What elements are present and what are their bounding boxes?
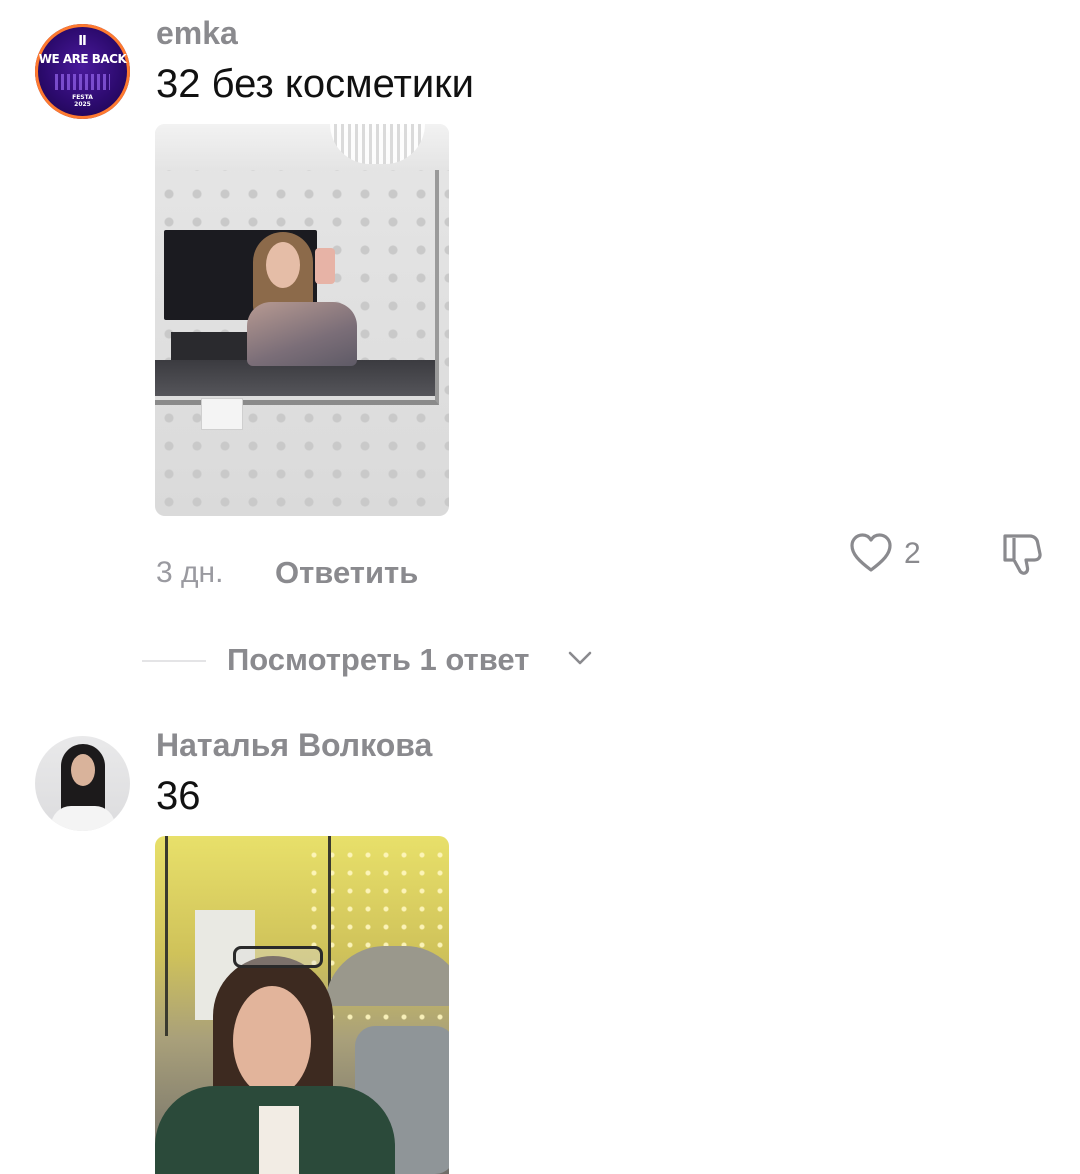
avatar-logo-subtext: FESTA 2025 bbox=[35, 94, 130, 108]
photo-person-face bbox=[233, 986, 311, 1096]
photo-person-face bbox=[266, 242, 300, 288]
avatar-logo-graphic bbox=[55, 74, 110, 90]
view-replies-row[interactable]: Посмотреть 1 ответ bbox=[0, 640, 1080, 684]
comment-photo[interactable] bbox=[155, 836, 449, 1174]
chevron-down-icon[interactable] bbox=[568, 650, 592, 666]
avatar-jacket bbox=[51, 806, 115, 831]
comment-username[interactable]: emka bbox=[156, 17, 238, 49]
comment-photo[interactable] bbox=[155, 124, 449, 516]
comment-item: Ⅱ WE ARE BACK FESTA 2025 emka 32 без кос… bbox=[0, 0, 1080, 700]
photo-person-top bbox=[247, 302, 357, 366]
heart-icon[interactable] bbox=[849, 532, 893, 574]
photo-person-shirt bbox=[259, 1106, 299, 1174]
photo-phone bbox=[315, 248, 335, 284]
view-replies-link[interactable]: Посмотреть 1 ответ bbox=[227, 644, 529, 675]
avatar[interactable]: Ⅱ WE ARE BACK FESTA 2025 bbox=[35, 24, 130, 119]
comment-text: 36 bbox=[156, 774, 201, 818]
avatar-logo-sub-2: 2025 bbox=[74, 101, 91, 108]
photo-light-switch bbox=[201, 398, 243, 430]
comment-timestamp: 3 дн. bbox=[156, 556, 224, 589]
photo-sunglasses bbox=[233, 946, 323, 968]
reply-button[interactable]: Ответить bbox=[275, 557, 418, 588]
avatar-logo-sub-1: FESTA bbox=[72, 94, 93, 101]
like-button[interactable]: 2 bbox=[849, 532, 929, 576]
avatar-logo-text: WE ARE BACK bbox=[38, 52, 127, 66]
comment-item: Наталья Волкова 36 bbox=[0, 715, 1080, 1174]
avatar[interactable] bbox=[35, 736, 130, 831]
like-count: 2 bbox=[904, 537, 921, 570]
replies-divider bbox=[142, 660, 206, 662]
comment-username[interactable]: Наталья Волкова bbox=[156, 729, 432, 761]
avatar-logo-mark: Ⅱ bbox=[78, 34, 87, 49]
thumbs-down-icon[interactable] bbox=[1000, 530, 1046, 578]
comment-text: 32 без косметики bbox=[156, 62, 475, 106]
avatar-face bbox=[71, 754, 95, 786]
